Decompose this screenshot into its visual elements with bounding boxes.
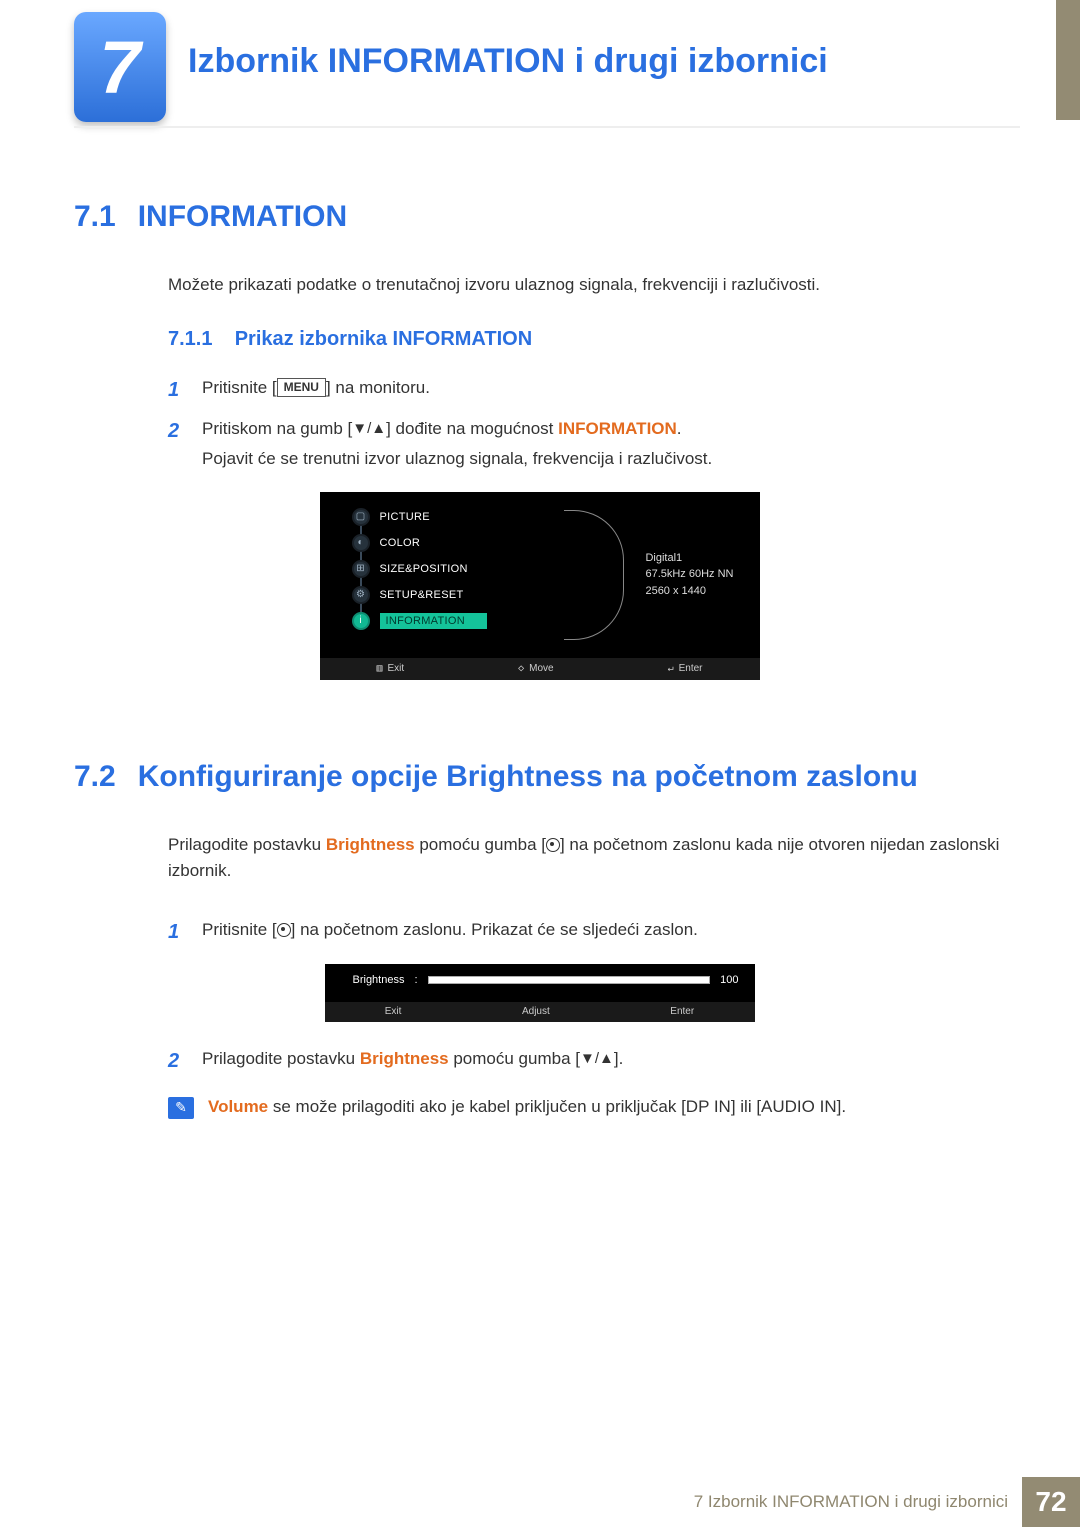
osd-info-panel: Digital1 67.5kHz 60Hz NN 2560 x 1440 — [645, 550, 733, 600]
section-number: 7.1 — [74, 200, 116, 234]
setup-icon: ⚙ — [352, 586, 370, 604]
circle-button-icon — [546, 838, 560, 852]
osd-info-resolution: 2560 x 1440 — [645, 583, 733, 600]
circle-button-icon — [277, 923, 291, 937]
down-up-arrows-icon: ▼/▲ — [580, 1046, 614, 1072]
step-text: Pritisnite [MENU] na monitoru. — [202, 373, 430, 408]
osd-brace-icon — [564, 510, 624, 640]
size-icon: ⊞ — [352, 560, 370, 578]
keyword-brightness: Brightness — [326, 835, 415, 854]
section-heading-7-2: 7.2 Konfiguriranje opcije Brightness na … — [74, 760, 1005, 794]
step-number: 2 — [168, 414, 186, 474]
subsection-number: 7.1.1 — [168, 328, 212, 350]
step-text: Prilagodite postavku Brightness pomoću g… — [202, 1044, 623, 1079]
footer-chapter-ref: 7 Izbornik INFORMATION i drugi izbornici — [694, 1492, 1022, 1512]
step-1: 1 Pritisnite [] na početnom zaslonu. Pri… — [168, 915, 1005, 950]
step-number: 1 — [168, 915, 186, 950]
keyword-information: INFORMATION — [558, 419, 677, 438]
steps-7-2: 1 Pritisnite [] na početnom zaslonu. Pri… — [168, 915, 1005, 950]
info-icon: i — [352, 612, 370, 630]
keyword-brightness: Brightness — [360, 1049, 449, 1068]
step-number: 2 — [168, 1044, 186, 1079]
osd-footer: Exit Move Enter — [320, 658, 760, 680]
page-content: 7.1 INFORMATION Možete prikazati podatke… — [74, 180, 1005, 1119]
step-text: Pritisnite [] na početnom zaslonu. Prika… — [202, 915, 698, 950]
section-heading-7-1: 7.1 INFORMATION — [74, 200, 1005, 234]
picture-icon: ▢ — [352, 508, 370, 526]
osd-exit-label: Exit — [376, 663, 404, 674]
osd-information-menu: ▢ PICTURE ◐ COLOR ⊞ SIZE&POSITION ⚙ SETU… — [320, 492, 760, 680]
section-title: INFORMATION — [138, 200, 347, 234]
page-footer: 7 Izbornik INFORMATION i drugi izbornici… — [0, 1477, 1080, 1527]
brightness-label: Brightness — [353, 974, 405, 986]
section-number: 7.2 — [74, 760, 116, 794]
brightness-value: 100 — [720, 974, 738, 986]
intro-text: Možete prikazati podatke o trenutačnoj i… — [168, 272, 1005, 298]
brightness-bar — [428, 976, 711, 984]
down-up-arrows-icon: ▼/▲ — [352, 416, 386, 442]
separator: : — [414, 974, 417, 986]
menu-button-label: MENU — [277, 378, 326, 397]
osd-item-setup-reset: ⚙ SETUP&RESET — [350, 582, 560, 608]
divider — [74, 126, 1020, 128]
color-icon: ◐ — [352, 534, 370, 552]
osd-item-size-position: ⊞ SIZE&POSITION — [350, 556, 560, 582]
page-number: 72 — [1022, 1477, 1080, 1527]
steps-7-2-cont: 2 Prilagodite postavku Brightness pomoću… — [168, 1044, 1005, 1079]
osd-brightness-row: Brightness : 100 — [325, 964, 755, 992]
step-number: 1 — [168, 373, 186, 408]
note-icon: ✎ — [168, 1097, 194, 1119]
osd-adjust-label: Adjust — [522, 1006, 550, 1017]
step-2: 2 Pritiskom na gumb [▼/▲] dođite na mogu… — [168, 414, 1005, 474]
osd-item-picture: ▢ PICTURE — [350, 504, 560, 530]
intro-text-7-2: Prilagodite postavku Brightness pomoću g… — [168, 832, 1005, 885]
osd-exit-label: Exit — [385, 1006, 402, 1017]
chapter-tab: 7 — [74, 12, 166, 122]
osd-move-label: Move — [518, 663, 553, 674]
note: ✎ Volume se može prilagoditi ako je kabe… — [168, 1097, 1005, 1119]
osd-brightness-bar: Brightness : 100 Exit Adjust Enter — [325, 964, 755, 1022]
osd-enter-label: Enter — [670, 1006, 694, 1017]
note-text: Volume se može prilagoditi ako je kabel … — [208, 1097, 846, 1119]
subsection-heading-7-1-1: 7.1.1 Prikaz izbornika INFORMATION — [168, 328, 1005, 351]
subsection-title: Prikaz izbornika INFORMATION — [235, 328, 532, 350]
osd-enter-label: Enter — [668, 663, 703, 674]
osd-item-information: i INFORMATION — [350, 608, 560, 634]
keyword-volume: Volume — [208, 1097, 268, 1116]
step-2: 2 Prilagodite postavku Brightness pomoću… — [168, 1044, 1005, 1079]
osd-footer: Exit Adjust Enter — [325, 1002, 755, 1022]
steps-7-1-1: 1 Pritisnite [MENU] na monitoru. 2 Priti… — [168, 373, 1005, 474]
section-title: Konfiguriranje opcije Brightness na poče… — [138, 760, 918, 794]
top-accent-bar — [1056, 0, 1080, 120]
step-text: Pritiskom na gumb [▼/▲] dođite na mogućn… — [202, 414, 712, 474]
chapter-title: Izbornik INFORMATION i drugi izbornici — [188, 42, 828, 81]
step-1: 1 Pritisnite [MENU] na monitoru. — [168, 373, 1005, 408]
osd-menu-list: ▢ PICTURE ◐ COLOR ⊞ SIZE&POSITION ⚙ SETU… — [350, 504, 560, 634]
osd-info-source: Digital1 — [645, 550, 733, 567]
chapter-number: 7 — [99, 25, 140, 110]
osd-info-frequency: 67.5kHz 60Hz NN — [645, 566, 733, 583]
osd-item-color: ◐ COLOR — [350, 530, 560, 556]
